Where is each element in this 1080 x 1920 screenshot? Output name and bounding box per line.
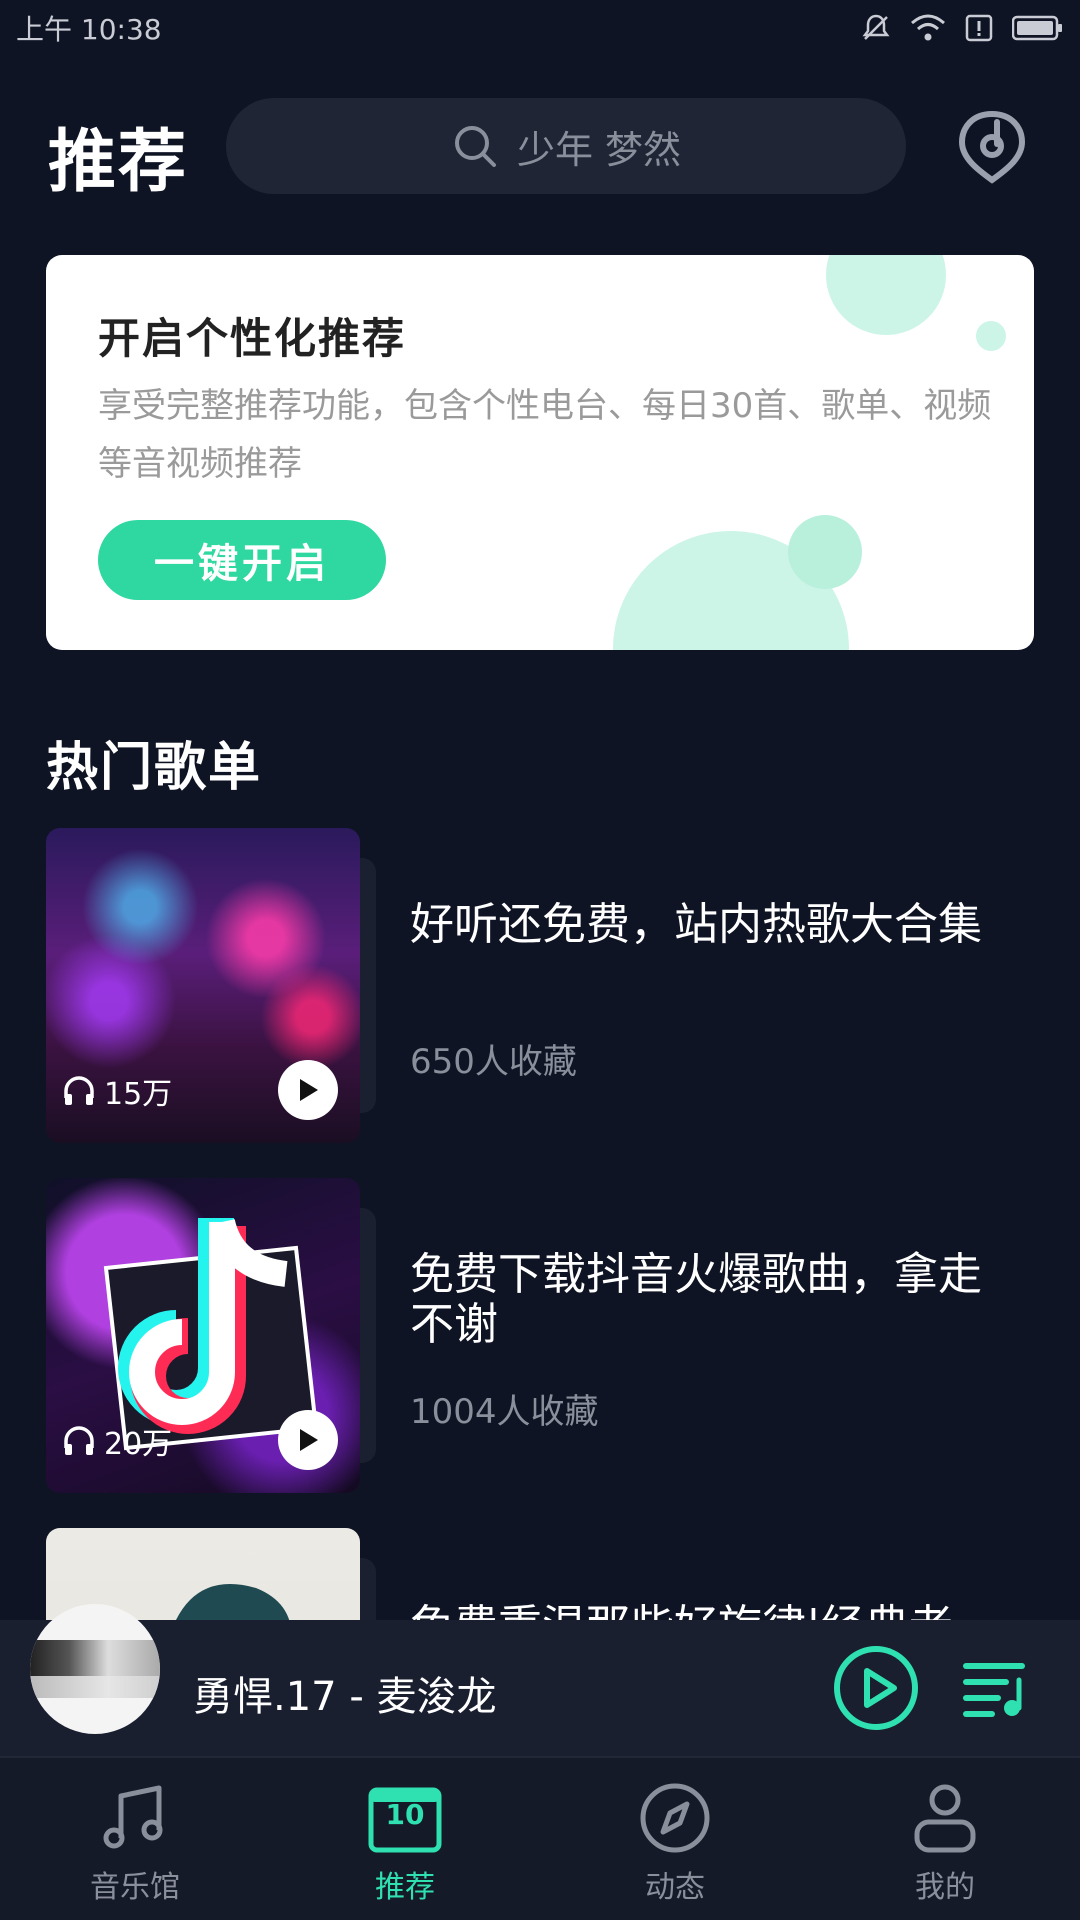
battery-icon [1012,15,1062,41]
cover-play-button[interactable] [278,1410,338,1470]
play-count: 20万 [62,1419,172,1463]
playlist-cover[interactable]: 20万 [46,1178,386,1493]
playlist-title: 免费下载抖音火爆歌曲，拿走不谢 [410,1249,982,1350]
person-icon [907,1780,983,1856]
calendar-icon: 10 [367,1780,443,1856]
section-title: 热门歌单 [46,738,263,798]
enable-recommendation-button[interactable]: 一键开启 [98,520,386,600]
playlist-item[interactable]: 15万 好听还免费，站内热歌大合集 650人收藏 [46,828,1036,1143]
cover-image: 20万 [46,1178,360,1493]
bell-muted-icon [862,14,890,40]
cover-image: 15万 [46,828,360,1143]
play-count: 15万 [62,1069,172,1113]
headphones-icon [64,1426,94,1455]
tab-label: 音乐馆 [90,1870,180,1905]
play-icon [300,1079,318,1101]
playlist-favorites: 650人收藏 [410,1042,577,1082]
mini-player[interactable]: 勇悍.17 - 麦浚龙 [0,1604,1080,1756]
decor-bubble [788,515,862,589]
decor-bubble [826,255,946,335]
status-bar: 上午 10:38 [0,0,1080,56]
playlist-favorites: 1004人收藏 [410,1392,599,1432]
play-button[interactable] [832,1644,920,1732]
personalized-recommendation-card: 开启个性化推荐 享受完整推荐功能，包含个性电台、每日30首、歌单、视频等音视频推… [46,255,1034,650]
playlist-title: 好听还免费，站内热歌大合集 [410,899,982,950]
calendar-date: 10 [385,1798,425,1831]
search-placeholder: 少年 梦然 [516,127,682,172]
alert-icon [965,14,993,42]
now-playing-title: 勇悍.17 - 麦浚龙 [193,1674,497,1720]
album-art-band [30,1640,160,1676]
wifi-icon [911,14,945,41]
album-art[interactable] [30,1604,160,1734]
tab-label: 我的 [915,1870,975,1905]
status-icons [860,12,1064,44]
album-art-band [30,1676,160,1698]
decor-bubble [976,321,1006,351]
tab-label: 推荐 [375,1870,435,1905]
search-bar[interactable]: 少年 梦然 [226,98,906,194]
play-icon [300,1429,318,1451]
bottom-tab-bar: 音乐馆 10 推荐 动态 我的 [0,1756,1080,1920]
page-title: 推荐 [48,123,189,202]
playlist-item[interactable]: 20万 免费下载抖音火爆歌曲，拿走不谢 1004人收藏 [46,1178,1036,1493]
music-note-icon [97,1780,173,1856]
search-icon [454,126,496,167]
tab-profile[interactable]: 我的 [810,1758,1080,1920]
music-recognition-button[interactable] [950,104,1034,188]
status-time: 上午 10:38 [16,13,162,46]
cover-play-button[interactable] [278,1060,338,1120]
tab-music-hall[interactable]: 音乐馆 [0,1758,270,1920]
tab-label: 动态 [645,1870,705,1905]
tab-feed[interactable]: 动态 [540,1758,810,1920]
headphones-icon [64,1076,94,1105]
playlist-queue-icon[interactable] [962,1658,1028,1720]
promo-description: 享受完整推荐功能，包含个性电台、每日30首、歌单、视频等音视频推荐 [98,386,992,484]
header: 推荐 少年 梦然 [0,98,1080,202]
compass-icon [637,1780,713,1856]
play-count-text: 15万 [104,1077,173,1112]
music-recognition-icon [958,110,1026,184]
playlist-cover[interactable]: 15万 [46,828,386,1143]
tab-recommend[interactable]: 10 推荐 [270,1758,540,1920]
promo-title: 开启个性化推荐 [98,314,407,363]
play-count-text: 20万 [104,1427,173,1462]
